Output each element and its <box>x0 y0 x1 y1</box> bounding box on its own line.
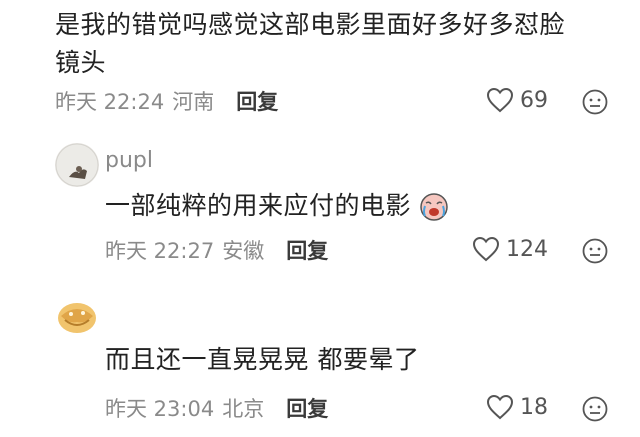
heart-outline-icon <box>486 394 514 420</box>
comment-3-reply-button[interactable]: 回复 <box>286 393 328 423</box>
comment-2-username[interactable]: pupl <box>105 148 153 173</box>
comment-1-text-line1: 是我的错觉吗感觉这部电影里面好多好多怼脸 <box>55 10 566 39</box>
comment-3-like-count: 18 <box>520 394 548 420</box>
neutral-face-icon[interactable] <box>582 89 608 115</box>
comment-2-meta: 昨天 22:27 安徽 回复 <box>105 235 328 265</box>
comment-3-like-button[interactable]: 18 <box>486 394 548 420</box>
comment-3-meta: 昨天 23:04 北京 回复 <box>105 393 328 423</box>
heart-outline-icon <box>472 236 500 262</box>
comment-2-text-row: 一部纯粹的用来应付的电影 <box>105 187 449 225</box>
comment-2-avatar[interactable] <box>55 143 99 187</box>
avatar-image-icon <box>58 303 96 333</box>
comment-1-reply-button[interactable]: 回复 <box>236 86 278 116</box>
comment-2-location: 安徽 <box>222 239 265 263</box>
comment-1-text-line2: 镜头 <box>55 48 107 77</box>
avatar-image-icon <box>55 143 99 187</box>
crying-emoji-icon <box>420 193 449 221</box>
comment-3-location: 北京 <box>222 397 265 421</box>
comment-1-text: 是我的错觉吗感觉这部电影里面好多好多怼脸 镜头 <box>55 6 635 82</box>
neutral-face-icon[interactable] <box>582 238 608 264</box>
comment-2-like-count: 124 <box>506 236 548 262</box>
comment-2-like-button[interactable]: 124 <box>472 236 548 262</box>
comment-1-like-count: 69 <box>520 87 548 113</box>
comment-3-avatar[interactable] <box>55 294 99 338</box>
comment-2-reply-button[interactable]: 回复 <box>286 235 328 265</box>
comment-3-time: 昨天 23:04 <box>105 397 215 421</box>
comment-1-time: 昨天 22:24 <box>55 90 165 114</box>
neutral-face-icon[interactable] <box>582 396 608 422</box>
comment-1-meta: 昨天 22:24 河南 回复 <box>55 86 278 116</box>
comment-1-like-button[interactable]: 69 <box>486 87 548 113</box>
comment-2-text: 一部纯粹的用来应付的电影 <box>105 191 412 220</box>
comment-1-location: 河南 <box>172 90 215 114</box>
comment-3-text: 而且还一直晃晃晃 都要晕了 <box>105 345 420 374</box>
heart-outline-icon <box>486 87 514 113</box>
comment-2-time: 昨天 22:27 <box>105 239 215 263</box>
